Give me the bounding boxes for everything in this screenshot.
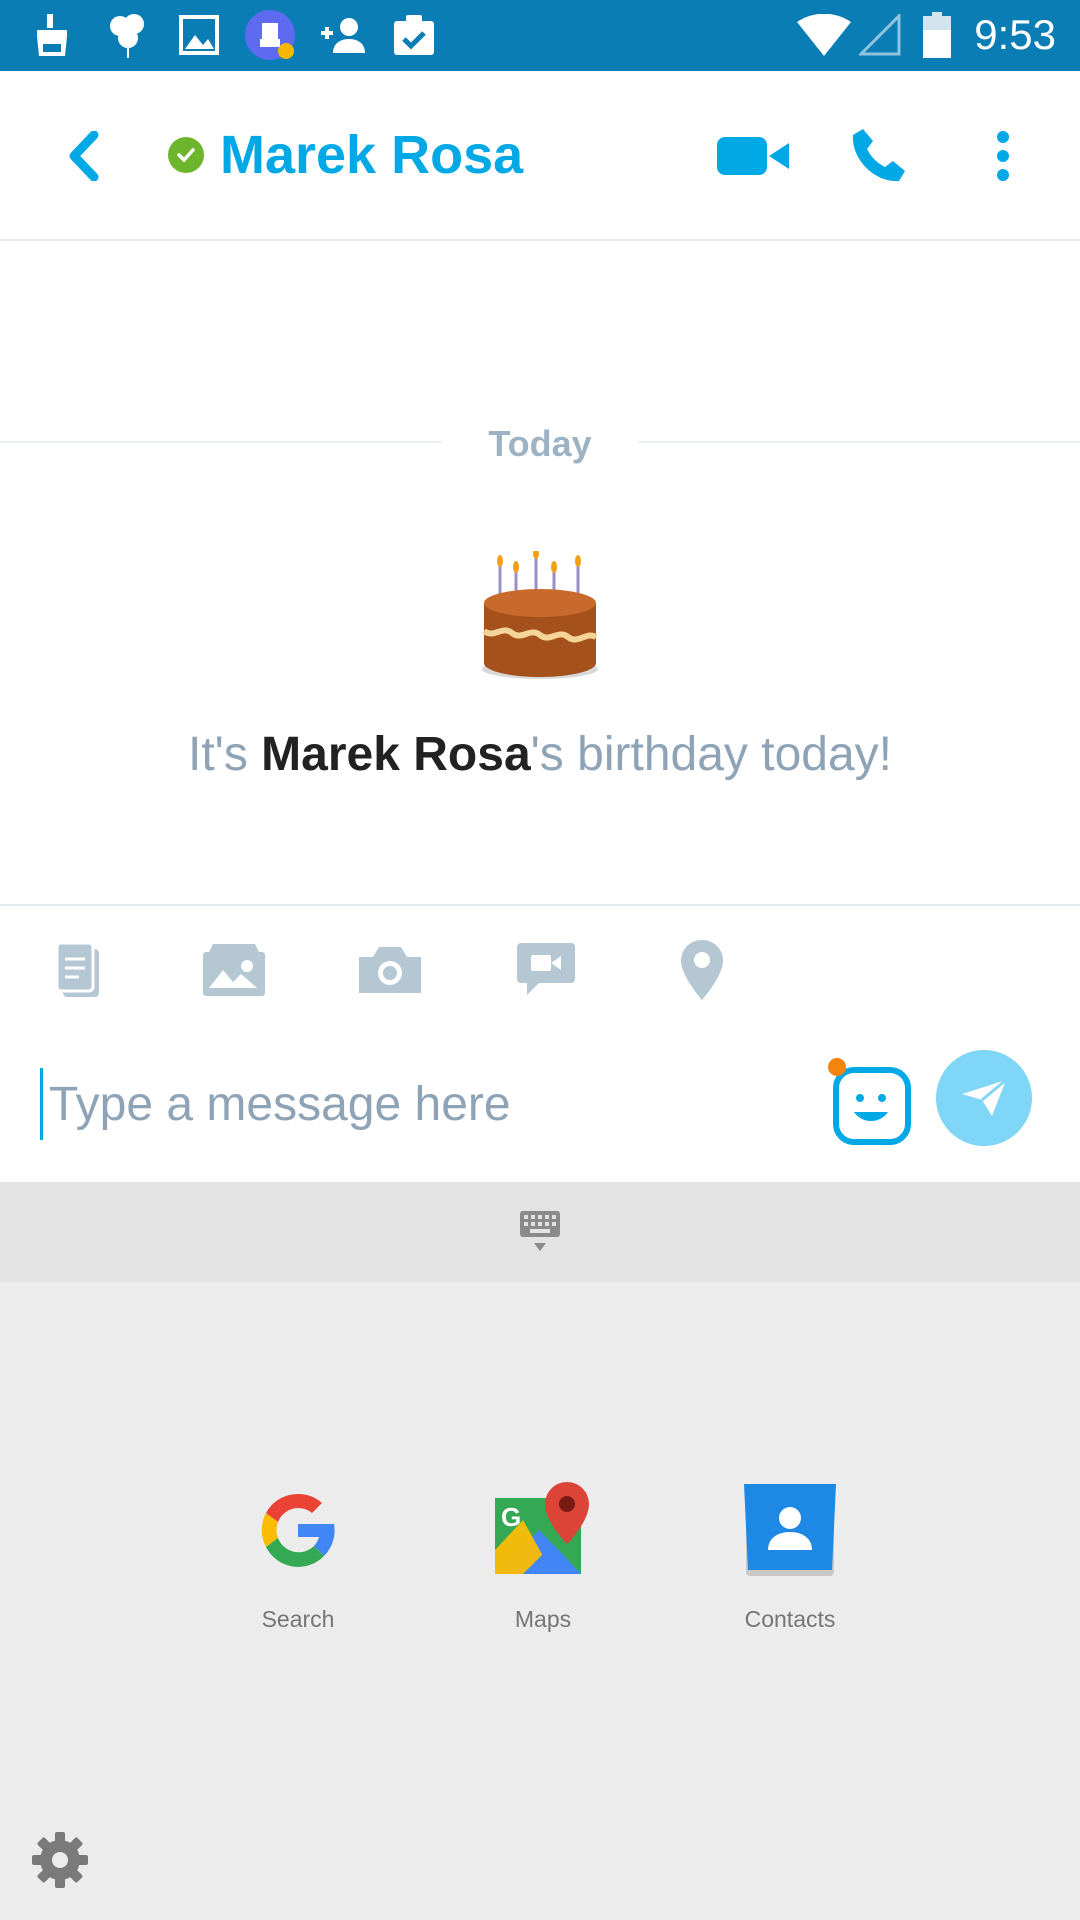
app-search[interactable]: Search: [208, 1480, 388, 1633]
file-icon[interactable]: [38, 930, 118, 1010]
maps-icon: G: [493, 1480, 593, 1580]
app-maps[interactable]: G Maps: [453, 1480, 633, 1633]
app-label: Search: [261, 1606, 335, 1632]
svg-text:G: G: [501, 1502, 521, 1532]
phone-call-icon[interactable]: [846, 116, 910, 196]
google-icon: [248, 1480, 348, 1580]
online-status-icon: [168, 137, 204, 173]
cleaner-app-icon: [244, 10, 296, 60]
gear-icon[interactable]: [30, 1830, 90, 1890]
send-icon: [962, 1078, 1007, 1116]
send-button[interactable]: [936, 1050, 1032, 1146]
contact-name[interactable]: Marek Rosa: [220, 123, 523, 187]
video-message-icon[interactable]: [506, 930, 586, 1010]
broom-icon: [30, 10, 76, 60]
attachment-toolbar: [0, 906, 1080, 1026]
keyboard-icon: [520, 1211, 560, 1251]
app-shortcuts-panel: Search G Maps Contacts: [0, 1282, 1080, 1920]
birthday-name: Marek Rosa: [261, 728, 531, 781]
signal-icon: [858, 10, 902, 60]
message-input[interactable]: [40, 1068, 800, 1140]
wifi-icon: [796, 10, 852, 60]
location-icon[interactable]: [662, 930, 742, 1010]
balloons-icon: [104, 10, 150, 60]
camera-icon[interactable]: [350, 930, 430, 1010]
app-label: Maps: [514, 1606, 572, 1632]
clipboard-check-icon: [390, 10, 438, 60]
more-options-icon[interactable]: [988, 116, 1018, 196]
status-bar: 9:53: [0, 0, 1080, 71]
emoticon-icon[interactable]: [828, 1056, 912, 1146]
conversation-header: Marek Rosa: [0, 71, 1080, 241]
clock: 9:53: [974, 11, 1056, 58]
app-contacts[interactable]: Contacts: [700, 1480, 880, 1633]
video-call-icon[interactable]: [716, 116, 792, 196]
back-icon[interactable]: [56, 121, 112, 191]
battery-icon: [922, 10, 952, 60]
contacts-icon: [740, 1480, 840, 1580]
message-composer: [0, 1026, 1080, 1182]
app-label: Contacts: [744, 1606, 836, 1632]
keyboard-toggle[interactable]: [0, 1182, 1080, 1282]
birthday-cake-icon: [478, 549, 602, 681]
birthday-message: It's Marek Rosa's birthday today!: [0, 727, 1080, 782]
photo-gallery-icon[interactable]: [194, 930, 274, 1010]
day-separator: Today: [488, 423, 592, 464]
gallery-icon: [176, 10, 222, 60]
chat-area[interactable]: Today It's Marek Rosa's birthday today!: [0, 241, 1080, 906]
birthday-suffix: 's birthday today!: [530, 728, 892, 781]
birthday-prefix: It's: [188, 728, 262, 781]
add-contact-icon: [316, 10, 368, 60]
